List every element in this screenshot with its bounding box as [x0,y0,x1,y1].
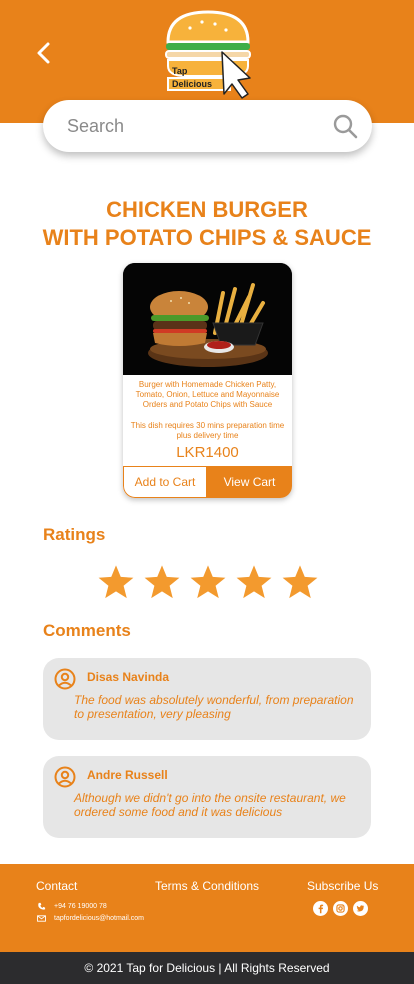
svg-text:Delicious: Delicious [172,79,212,89]
twitter-icon[interactable] [353,901,368,916]
phone-row: +94 76 19000 78 [37,902,107,911]
facebook-icon[interactable] [313,901,328,916]
copyright-text: © 2021 Tap for Delicious | All Rights Re… [84,961,330,975]
mail-icon [37,915,46,922]
card-actions: Add to Cart View Cart [123,466,292,498]
search-bar [43,100,372,152]
add-to-cart-button[interactable]: Add to Cart [123,466,207,498]
site-footer: Contact Terms & Conditions Subscribe Us … [0,864,414,952]
product-description: Burger with Homemade Chicken Patty, Toma… [135,380,280,409]
view-cart-button[interactable]: View Cart [207,466,292,498]
product-title-line1: CHICKEN BURGER [106,197,308,222]
svg-text:Tap: Tap [172,66,188,76]
search-input[interactable] [67,100,317,152]
social-icons [313,901,368,916]
rating-stars [97,563,319,603]
star-icon[interactable] [235,563,273,601]
comment-card: Disas Navinda The food was absolutely wo… [43,658,371,740]
comment-card: Andre Russell Although we didn't go into… [43,756,371,838]
chevron-left-icon[interactable] [30,38,58,68]
comments-heading: Comments [43,621,131,640]
copyright-bar: © 2021 Tap for Delicious | All Rights Re… [0,952,414,984]
terms-link[interactable]: Terms & Conditions [155,879,259,893]
email-row: tapfordelicious@hotmail.com [37,914,144,923]
user-avatar-icon [54,766,76,788]
footer-contact-heading: Contact [36,879,78,893]
preparation-note: This dish requires 30 mins preparation t… [130,421,285,440]
product-title-line2: WITH POTATO CHIPS & SAUCE [42,225,372,250]
comment-author: Andre Russell [87,768,168,782]
tap-delicious-logo: Tap Delicious [165,10,251,99]
instagram-icon[interactable] [333,901,348,916]
star-icon[interactable] [143,563,181,601]
burger-fries-photo [123,263,292,375]
user-avatar-icon [54,668,76,690]
ratings-heading: Ratings [43,525,106,544]
product-card: Burger with Homemade Chicken Patty, Toma… [123,263,292,498]
comment-text: The food was absolutely wonderful, from … [74,693,354,721]
product-title: CHICKEN BURGER WITH POTATO CHIPS & SAUCE [0,196,414,252]
star-icon[interactable] [281,563,319,601]
product-price: LKR1400 [176,444,239,461]
star-icon[interactable] [189,563,227,601]
star-icon[interactable] [97,563,135,601]
phone-icon [38,902,46,910]
comment-author: Disas Navinda [87,670,170,684]
comment-text: Although we didn't go into the onsite re… [74,791,346,819]
email-address[interactable]: tapfordelicious@hotmail.com [54,915,144,922]
phone-number: +94 76 19000 78 [54,903,107,910]
search-icon[interactable] [332,113,358,139]
subscribe-heading: Subscribe Us [307,879,379,893]
